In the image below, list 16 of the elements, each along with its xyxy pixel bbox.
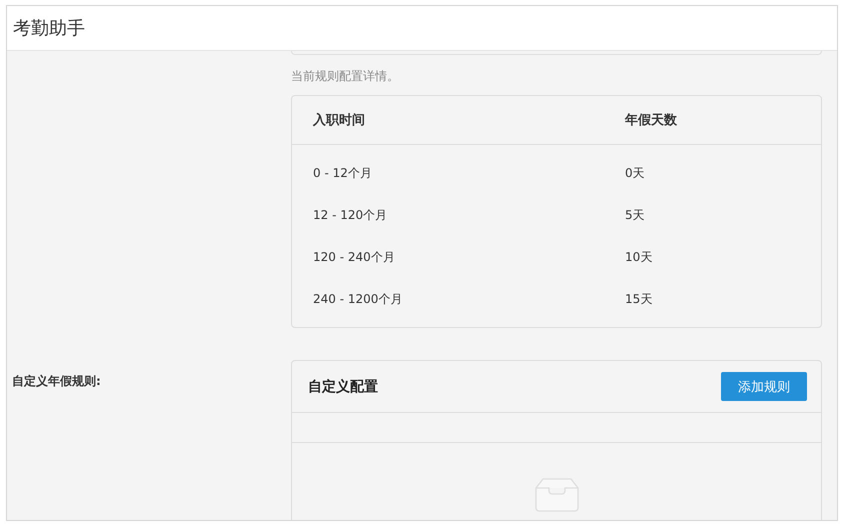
table-cell-text: 0天 [625, 164, 646, 182]
table-cell-text: 120 - 240个月 [313, 248, 396, 266]
hint-text: 当前规则配置详情。 [291, 68, 400, 85]
table-cell-text: 10天 [625, 248, 654, 266]
column-header: 年假天数 [625, 112, 678, 129]
column-header: 入职时间 [313, 112, 366, 129]
table-cell-text: 5天 [625, 206, 646, 224]
card-title: 自定义配置 [308, 378, 378, 396]
table-cell-text: 12 - 120个月 [313, 206, 388, 224]
table-cell-text: 240 - 1200个月 [313, 290, 404, 308]
table-cell-text: 15天 [625, 290, 654, 308]
app-title: 考勤助手 [13, 17, 85, 40]
empty-inbox-icon [534, 478, 578, 512]
section-label: 自定义年假规则: [12, 373, 102, 390]
table-cell-text: 0 - 12个月 [313, 164, 373, 182]
add-rule-button[interactable]: 添加规则 [721, 372, 807, 401]
